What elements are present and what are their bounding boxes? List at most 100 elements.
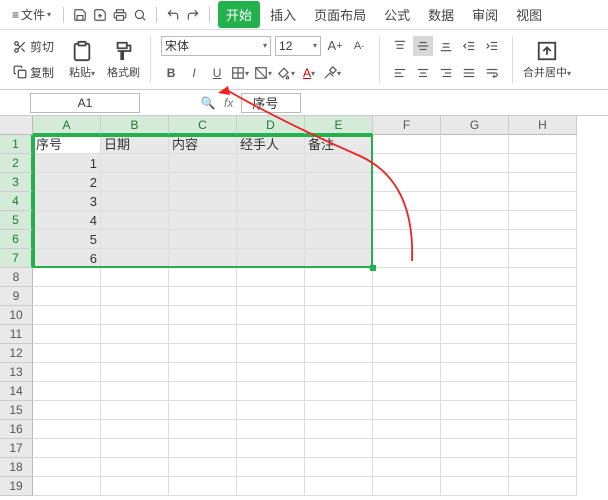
cell[interactable] [169, 458, 237, 477]
cell[interactable] [237, 249, 305, 268]
row-header[interactable]: 16 [0, 420, 33, 439]
cell[interactable]: 6 [33, 249, 101, 268]
column-header[interactable]: A [33, 116, 101, 135]
cell[interactable] [441, 154, 509, 173]
justify-button[interactable] [459, 63, 479, 83]
cell[interactable] [373, 382, 441, 401]
ribbon-tab[interactable]: 视图 [508, 1, 550, 28]
cell[interactable] [509, 154, 577, 173]
cell[interactable] [441, 458, 509, 477]
cell[interactable] [509, 192, 577, 211]
cell[interactable] [237, 287, 305, 306]
cell[interactable] [305, 344, 373, 363]
cell[interactable] [33, 306, 101, 325]
insert-function-icon[interactable]: 🔍 [200, 95, 216, 111]
cell[interactable]: 3 [33, 192, 101, 211]
cell[interactable] [237, 439, 305, 458]
wrap-text-button[interactable] [482, 63, 502, 83]
cell[interactable] [237, 154, 305, 173]
row-header[interactable]: 14 [0, 382, 33, 401]
borders-button[interactable]: ▾ [230, 63, 250, 83]
cell[interactable] [373, 230, 441, 249]
cell[interactable] [33, 268, 101, 287]
cell[interactable] [101, 287, 169, 306]
cell[interactable] [101, 154, 169, 173]
cell[interactable]: 2 [33, 173, 101, 192]
bold-button[interactable]: B [161, 63, 181, 83]
cell[interactable] [101, 268, 169, 287]
cell[interactable] [305, 363, 373, 382]
formula-input[interactable]: 序号 [241, 93, 301, 113]
cell[interactable] [33, 458, 101, 477]
cell[interactable] [33, 344, 101, 363]
fill-color-button[interactable]: ▾ [276, 63, 296, 83]
cell[interactable] [169, 420, 237, 439]
cell[interactable] [509, 287, 577, 306]
cell[interactable] [101, 439, 169, 458]
align-right-button[interactable] [436, 63, 456, 83]
save-icon[interactable] [72, 7, 88, 23]
cell[interactable] [509, 458, 577, 477]
row-header[interactable]: 18 [0, 458, 33, 477]
cell[interactable] [305, 173, 373, 192]
cell[interactable] [237, 268, 305, 287]
cell[interactable] [373, 344, 441, 363]
cell[interactable] [305, 401, 373, 420]
align-middle-button[interactable] [413, 36, 433, 56]
cell[interactable] [33, 382, 101, 401]
cell[interactable] [101, 458, 169, 477]
grow-font-button[interactable]: A+ [325, 36, 345, 56]
clear-format-button[interactable]: ▾ [322, 63, 342, 83]
cell[interactable] [373, 401, 441, 420]
cell[interactable]: 4 [33, 211, 101, 230]
selection-handle[interactable] [370, 265, 376, 271]
cell[interactable] [373, 135, 441, 154]
cell[interactable] [101, 420, 169, 439]
cell[interactable] [373, 211, 441, 230]
cell[interactable] [101, 192, 169, 211]
cell[interactable] [305, 230, 373, 249]
row-header[interactable]: 17 [0, 439, 33, 458]
cell[interactable] [441, 287, 509, 306]
cell[interactable] [169, 268, 237, 287]
print-icon[interactable] [112, 7, 128, 23]
cell[interactable] [237, 382, 305, 401]
cell[interactable]: 内容 [169, 135, 237, 154]
cell-style-button[interactable]: ▾ [253, 63, 273, 83]
decrease-indent-button[interactable] [459, 36, 479, 56]
merge-center-button[interactable]: 合并居中▾ [519, 34, 575, 85]
cell[interactable] [373, 249, 441, 268]
increase-indent-button[interactable] [482, 36, 502, 56]
cell[interactable] [441, 268, 509, 287]
align-center-button[interactable] [413, 63, 433, 83]
cell[interactable] [169, 211, 237, 230]
align-top-button[interactable] [390, 36, 410, 56]
cell[interactable] [169, 325, 237, 344]
cell[interactable] [101, 477, 169, 496]
cell[interactable] [373, 154, 441, 173]
align-bottom-button[interactable] [436, 36, 456, 56]
cell[interactable] [509, 249, 577, 268]
select-all-corner[interactable] [0, 116, 33, 135]
cell[interactable] [305, 306, 373, 325]
cell[interactable]: 序号 [33, 135, 101, 154]
cell[interactable] [373, 477, 441, 496]
font-color-button[interactable]: A▾ [299, 63, 319, 83]
redo-icon[interactable] [185, 7, 201, 23]
row-header[interactable]: 2 [0, 154, 33, 173]
cell[interactable] [441, 306, 509, 325]
font-name-combo[interactable]: 宋体 ▾ [161, 36, 271, 56]
cell[interactable] [509, 325, 577, 344]
ribbon-tab[interactable]: 审阅 [464, 1, 506, 28]
cell[interactable] [441, 477, 509, 496]
cell[interactable] [305, 458, 373, 477]
cell[interactable] [33, 477, 101, 496]
cell[interactable] [373, 306, 441, 325]
cell[interactable]: 1 [33, 154, 101, 173]
cell[interactable] [237, 306, 305, 325]
cell[interactable] [509, 439, 577, 458]
row-header[interactable]: 8 [0, 268, 33, 287]
name-box[interactable]: A1 [30, 93, 140, 113]
cell[interactable] [305, 477, 373, 496]
row-header[interactable]: 11 [0, 325, 33, 344]
